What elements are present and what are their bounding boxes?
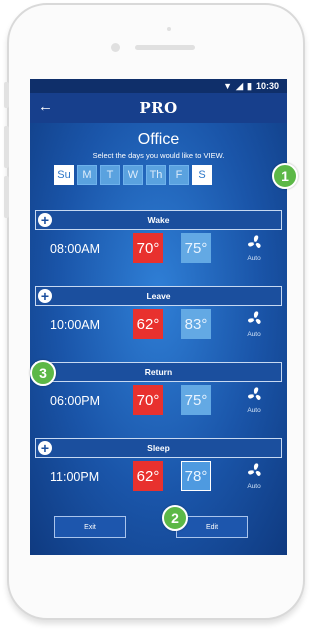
day-tuesday[interactable]: T xyxy=(100,165,120,185)
app-bar: ← PRO xyxy=(30,93,287,123)
day-selector: Su M T W Th F S xyxy=(54,165,212,185)
status-time: 10:30 xyxy=(255,81,279,91)
callout-badge-2: 2 xyxy=(162,505,188,531)
period-time[interactable]: 06:00PM xyxy=(50,394,100,408)
period-header-wake[interactable]: + Wake xyxy=(35,210,282,230)
fan-icon[interactable] xyxy=(244,461,266,481)
schedule-row: 06:00PM 70° 75° Auto xyxy=(30,382,287,422)
phone-sensor xyxy=(167,27,171,31)
cool-setpoint[interactable]: 75° xyxy=(181,385,211,415)
battery-icon: ▮ xyxy=(247,80,252,91)
schedule-row: 08:00AM 70° 75° Auto xyxy=(30,230,287,270)
day-thursday[interactable]: Th xyxy=(146,165,166,185)
cool-setpoint[interactable]: 78° xyxy=(181,461,211,491)
fan-mode: Auto xyxy=(247,407,261,414)
fan-mode: Auto xyxy=(247,483,261,490)
callout-badge-3: 3 xyxy=(30,360,56,386)
phone-side-button xyxy=(4,126,9,168)
signal-icon: ◢ xyxy=(236,80,244,91)
heat-setpoint[interactable]: 70° xyxy=(133,233,163,263)
wifi-icon: ▼ xyxy=(223,81,233,91)
period-time[interactable]: 11:00PM xyxy=(50,470,99,484)
period-time[interactable]: 08:00AM xyxy=(50,242,100,256)
phone-side-button xyxy=(4,176,9,218)
period-header-leave[interactable]: + Leave xyxy=(35,286,282,306)
add-icon[interactable]: + xyxy=(38,441,52,455)
callout-badge-1: 1 xyxy=(272,163,298,189)
day-sunday[interactable]: Su xyxy=(54,165,74,185)
cool-setpoint[interactable]: 83° xyxy=(181,309,211,339)
fan-icon[interactable] xyxy=(244,233,266,253)
add-icon[interactable]: + xyxy=(38,213,52,227)
phone-side-button xyxy=(4,82,9,108)
fan-icon[interactable] xyxy=(244,309,266,329)
app-screen: ▼ ◢ ▮ 10:30 ← PRO Office Select the days… xyxy=(30,79,287,555)
app-logo: PRO xyxy=(139,99,178,117)
period-label: Leave xyxy=(146,291,171,301)
fan-mode: Auto xyxy=(247,255,261,262)
day-friday[interactable]: F xyxy=(169,165,189,185)
day-saturday[interactable]: S xyxy=(192,165,212,185)
fan-icon[interactable] xyxy=(244,385,266,405)
phone-camera xyxy=(111,43,120,52)
period-header-return[interactable]: + Return xyxy=(35,362,282,382)
page-title: Office xyxy=(137,131,180,148)
status-bar: ▼ ◢ ▮ 10:30 xyxy=(30,79,287,93)
page-subtitle: Select the days you would like to VIEW. xyxy=(92,151,225,160)
phone-speaker xyxy=(135,45,195,50)
heat-setpoint[interactable]: 70° xyxy=(133,385,163,415)
heat-setpoint[interactable]: 62° xyxy=(133,309,163,339)
day-wednesday[interactable]: W xyxy=(123,165,143,185)
add-icon[interactable]: + xyxy=(38,289,52,303)
period-label: Sleep xyxy=(147,443,170,453)
day-monday[interactable]: M xyxy=(77,165,97,185)
exit-button[interactable]: Exit xyxy=(54,516,126,538)
fan-mode: Auto xyxy=(247,331,261,338)
heat-setpoint[interactable]: 62° xyxy=(133,461,163,491)
cool-setpoint[interactable]: 75° xyxy=(181,233,211,263)
period-time[interactable]: 10:00AM xyxy=(50,318,100,332)
period-header-sleep[interactable]: + Sleep xyxy=(35,438,282,458)
schedule-row: 10:00AM 62° 83° Auto xyxy=(30,306,287,346)
schedule-row: 11:00PM 62° 78° Auto xyxy=(30,458,287,498)
period-label: Wake xyxy=(147,215,170,225)
period-label: Return xyxy=(144,367,173,377)
